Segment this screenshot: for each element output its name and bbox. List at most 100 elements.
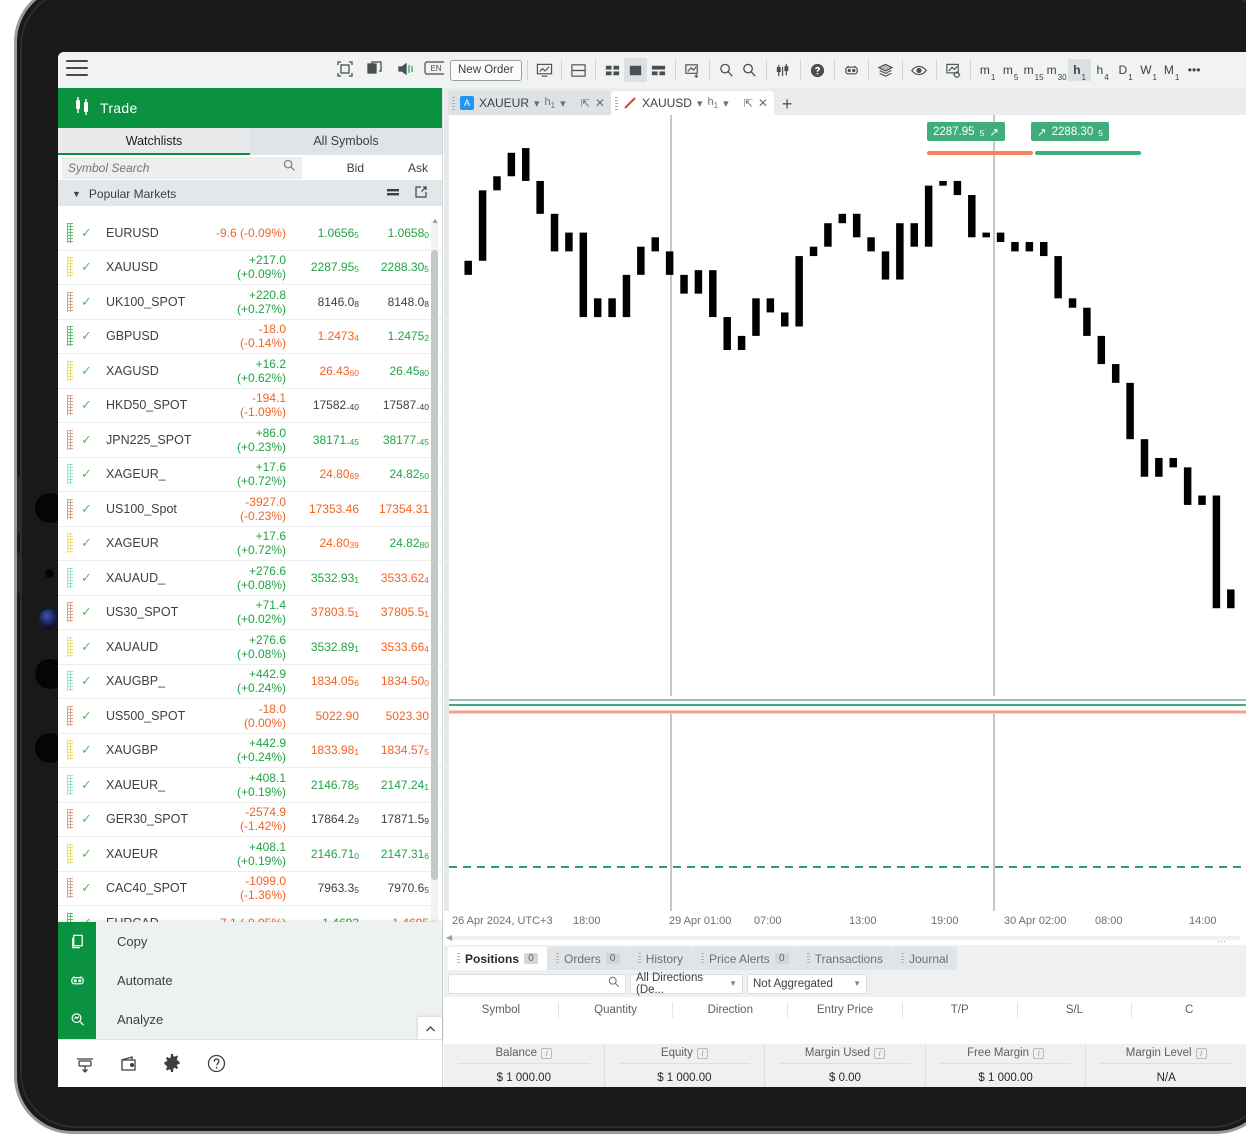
robot-icon[interactable] <box>840 58 863 82</box>
drag-handle[interactable] <box>67 809 73 830</box>
info-icon[interactable]: i <box>696 1047 708 1059</box>
symbol-ask[interactable]: 2288.305 <box>362 260 442 274</box>
drag-handle[interactable] <box>67 533 73 554</box>
info-icon[interactable]: i <box>1195 1047 1207 1059</box>
scroll-left-arrow[interactable]: ◀ <box>446 933 452 942</box>
check-icon[interactable]: ✓ <box>81 673 99 689</box>
symbol-row[interactable]: ✓ XAUEUR_ +408.1 (+0.19%) 2146.785 2147.241 <box>58 768 442 803</box>
symbol-bid[interactable]: 2146.785 <box>286 778 362 792</box>
column-header[interactable]: C <box>1132 1002 1246 1018</box>
tab-dropdown-icon[interactable]: ▾ <box>697 97 703 110</box>
chevron-down-icon[interactable]: ▼ <box>72 189 81 199</box>
symbol-ask[interactable]: 5023.30 <box>362 709 442 723</box>
collapse-panel-button[interactable] <box>418 1017 442 1041</box>
tab-all-symbols[interactable]: All Symbols <box>250 128 442 155</box>
symbol-bid[interactable]: 24.8069 <box>286 467 362 481</box>
symbol-row[interactable]: ✓ CAC40_SPOT -1099.0 (-1.36%) 7963.35 7970.6… <box>58 872 442 906</box>
symbol-bid[interactable]: 17864.29 <box>286 812 362 826</box>
tab-grip[interactable] <box>701 952 705 965</box>
timeframe-m1[interactable]: m1 <box>976 59 999 82</box>
layers-icon[interactable] <box>874 58 897 82</box>
context-menu-item[interactable]: Automate <box>58 961 442 1000</box>
check-icon[interactable]: ✓ <box>81 535 99 551</box>
check-icon[interactable]: ✓ <box>81 639 99 655</box>
symbol-bid[interactable]: 24.8039 <box>286 536 362 550</box>
horizontal-scrollbar[interactable]: ◀ <box>444 933 1246 943</box>
tab-close-icon[interactable]: ✕ <box>595 96 605 110</box>
grid-four-icon[interactable] <box>601 58 624 82</box>
panel-tab-history[interactable]: History <box>628 947 693 970</box>
check-icon[interactable]: ✓ <box>81 363 99 379</box>
drag-handle[interactable] <box>67 671 73 692</box>
symbol-bid[interactable]: 1.06565 <box>286 226 362 240</box>
symbol-row[interactable]: ✓ XAGEUR_ +17.6 (+0.72%) 24.8069 24.8250 <box>58 458 442 492</box>
check-icon[interactable]: ✓ <box>81 604 99 620</box>
check-icon[interactable]: ✓ <box>81 742 99 758</box>
info-icon[interactable]: i <box>541 1047 553 1059</box>
symbol-bid[interactable]: 1834.056 <box>286 674 362 688</box>
single-pane-icon[interactable] <box>623 58 647 82</box>
ask-price-label[interactable]: ↗ 2288.30 5 <box>1031 122 1109 141</box>
symbol-ask[interactable]: 26.4580 <box>362 364 442 378</box>
volume-button[interactable] <box>17 553 21 593</box>
symbol-row[interactable]: ✓ XAUUSD +217.0 (+0.09%) 2287.955 2288.305 <box>58 251 442 285</box>
timeframe-m15[interactable]: m15 <box>1022 59 1045 82</box>
symbol-row[interactable]: ✓ XAUAUD +276.6 (+0.08%) 3532.891 3533.664 <box>58 630 442 665</box>
tab-dropdown-icon[interactable]: ▾ <box>534 97 540 110</box>
symbol-bid[interactable]: 17582.40 <box>286 398 362 412</box>
more-timeframes-button[interactable]: ••• <box>1183 59 1206 81</box>
tab-grip[interactable] <box>900 952 904 965</box>
drag-handle[interactable] <box>67 843 73 864</box>
scrollbar-thumb[interactable] <box>431 250 438 880</box>
positions-search-box[interactable] <box>448 973 626 994</box>
chart-type-icon[interactable] <box>533 58 556 82</box>
symbol-row[interactable]: ✓ XAUEUR +408.1 (+0.19%) 2146.710 2147.316 <box>58 837 442 872</box>
split-pane-icon[interactable] <box>647 58 670 82</box>
check-icon[interactable]: ✓ <box>81 880 99 896</box>
drag-handle[interactable] <box>67 774 73 795</box>
tab-maximize-icon[interactable]: ⇱ <box>744 97 753 110</box>
check-icon[interactable]: ✓ <box>81 225 99 241</box>
symbol-ask[interactable]: 17871.59 <box>362 812 442 826</box>
symbol-row[interactable]: ✓ GBPUSD -18.0 (-0.14%) 1.24734 1.24752 <box>58 320 442 354</box>
symbol-row[interactable]: ✓ US500_SPOT -18.0 (0.00%) 5022.90 5023.30 <box>58 699 442 734</box>
indicators-icon[interactable] <box>772 58 795 82</box>
drag-handle[interactable] <box>67 705 73 726</box>
symbol-row[interactable]: ✓ UK100_SPOT +220.8 (+0.27%) 8146.08 8148.08 <box>58 285 442 320</box>
tab-grip[interactable] <box>614 96 618 110</box>
symbol-ask[interactable]: 3533.624 <box>362 571 442 585</box>
chart-tab-xaueur[interactable]: A XAUEUR ▾ h1 ▾ ⇱ ✕ <box>448 91 611 115</box>
panel-tab-transactions[interactable]: Transactions <box>797 947 892 970</box>
tab-timeframe-dropdown-icon[interactable]: ▾ <box>723 97 729 110</box>
symbol-row[interactable]: ✓ XAUGBP +442.9 (+0.24%) 1833.981 1834.575 <box>58 734 442 768</box>
tab-maximize-icon[interactable]: ⇱ <box>581 97 590 110</box>
hamburger-menu-icon[interactable] <box>66 60 88 80</box>
symbol-ask[interactable]: 1.06580 <box>362 226 442 240</box>
candlestick-chart[interactable]: 2287.95 5 ↗ ↗ 2288.30 5 <box>444 115 1246 696</box>
search-icon[interactable] <box>283 159 296 177</box>
search-input[interactable] <box>68 160 283 175</box>
check-icon[interactable]: ✓ <box>81 397 99 413</box>
rows-icon[interactable] <box>386 185 400 202</box>
aggregate-filter-select[interactable]: Not Aggregated ▼ <box>747 973 867 994</box>
gear-icon[interactable] <box>162 1053 184 1075</box>
symbol-ask[interactable]: 24.8280 <box>362 536 442 550</box>
drawing-icon[interactable] <box>681 58 704 82</box>
volume-button[interactable] <box>17 477 21 533</box>
symbol-bid[interactable]: 8146.08 <box>286 295 362 309</box>
check-icon[interactable]: ✓ <box>81 570 99 586</box>
bid-price-label[interactable]: 2287.95 5 ↗ <box>927 122 1005 141</box>
symbol-bid[interactable]: 17353.46 <box>286 502 362 516</box>
tab-watchlists[interactable]: Watchlists <box>58 128 250 155</box>
drag-handle[interactable] <box>67 878 73 899</box>
column-header[interactable]: Quantity <box>559 1001 674 1018</box>
timeframe-h4[interactable]: h4 <box>1091 59 1114 82</box>
symbol-ask[interactable]: 7970.65 <box>362 881 442 895</box>
symbol-ask[interactable]: 1.24752 <box>362 329 442 343</box>
symbol-bid[interactable]: 3532.891 <box>286 640 362 654</box>
drag-handle[interactable] <box>67 740 73 761</box>
column-header[interactable]: T/P <box>903 1001 1018 1018</box>
symbol-bid[interactable]: 1.24734 <box>286 329 362 343</box>
volume-subchart[interactable] <box>444 696 1246 911</box>
drag-handle[interactable] <box>67 429 73 450</box>
